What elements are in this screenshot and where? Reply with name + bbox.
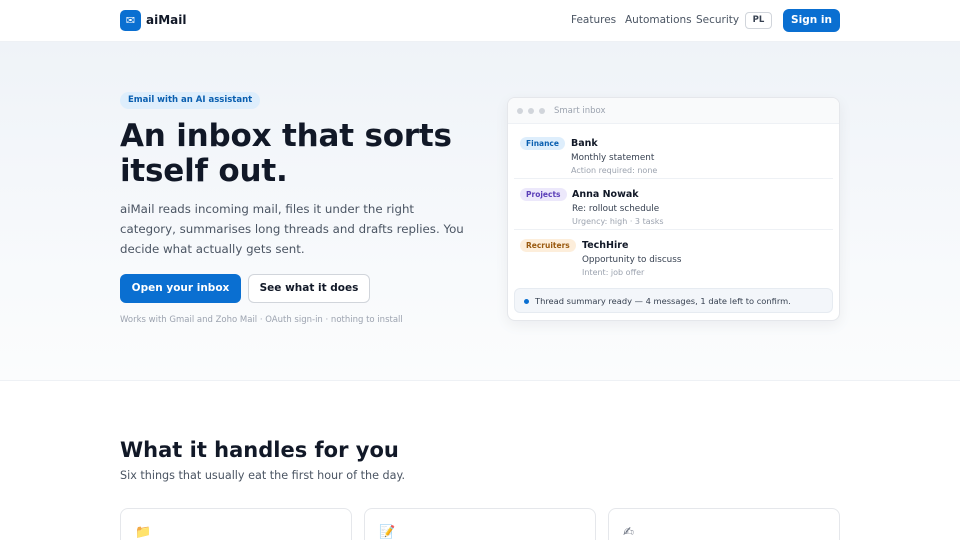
message-subject: Opportunity to discuss (582, 255, 682, 265)
folder-icon: 📁 (135, 525, 152, 540)
mail-icon[interactable]: ✉ (120, 10, 141, 31)
inbox-message[interactable]: Recruiters TechHire Opportunity to discu… (514, 230, 833, 281)
thread-summary-text: Thread summary ready — 4 messages, 1 dat… (535, 296, 791, 306)
feature-card[interactable]: 📁 (120, 508, 352, 540)
feature-card[interactable]: ✍ (608, 508, 840, 540)
message-meta: Action required: none (571, 166, 658, 175)
language-switch-button[interactable]: PL (745, 12, 772, 29)
open-inbox-button[interactable]: Open your inbox (120, 274, 241, 303)
message-sender: Anna Nowak (572, 189, 639, 200)
writing-hand-icon: ✍ (623, 525, 634, 540)
window-titlebar: Smart inbox (508, 98, 839, 124)
see-what-it-does-button[interactable]: See what it does (248, 274, 370, 303)
message-meta: Urgency: high · 3 tasks (572, 217, 664, 226)
inbox-title: Smart inbox (554, 106, 606, 116)
site-header: ✉ aiMail Features Automations Security P… (0, 0, 960, 42)
status-dot-icon (524, 299, 529, 304)
message-subject: Monthly statement (571, 153, 655, 163)
window-dot-icon (528, 108, 534, 114)
window-dot-icon (517, 108, 523, 114)
inbox-message[interactable]: Projects Anna Nowak Re: rollout schedule… (514, 179, 833, 230)
message-sender: Bank (571, 138, 598, 149)
brand-name[interactable]: aiMail (146, 12, 186, 29)
hero-subtitle: aiMail reads incoming mail, files it und… (120, 202, 464, 256)
message-sender: TechHire (582, 240, 629, 251)
features-title: What it handles for you (120, 438, 399, 462)
message-subject: Re: rollout schedule (572, 204, 660, 214)
features-subtitle: Six things that usually eat the first ho… (120, 469, 406, 482)
compatibility-note: Works with Gmail and Zoho Mail · OAuth s… (120, 315, 403, 325)
hero-badge: Email with an AI assistant (120, 92, 261, 109)
nav-security[interactable]: Security (696, 13, 739, 28)
hero-title: An inbox that sorts itself out. (120, 118, 452, 189)
feature-card[interactable]: 📝 (364, 508, 596, 540)
smart-inbox-preview: Smart inbox Finance Bank Monthly stateme… (507, 97, 840, 321)
nav-automations[interactable]: Automations (625, 13, 692, 28)
inbox-message[interactable]: Finance Bank Monthly statement Action re… (514, 128, 833, 179)
memo-icon: 📝 (379, 525, 396, 540)
category-tag: Projects (520, 188, 567, 201)
message-meta: Intent: job offer (582, 268, 645, 277)
category-tag: Finance (520, 137, 565, 150)
window-dot-icon (539, 108, 545, 114)
sign-in-button[interactable]: Sign in (783, 9, 840, 32)
category-tag: Recruiters (520, 239, 576, 252)
thread-summary-banner[interactable]: Thread summary ready — 4 messages, 1 dat… (514, 288, 833, 313)
nav-features[interactable]: Features (571, 13, 616, 28)
